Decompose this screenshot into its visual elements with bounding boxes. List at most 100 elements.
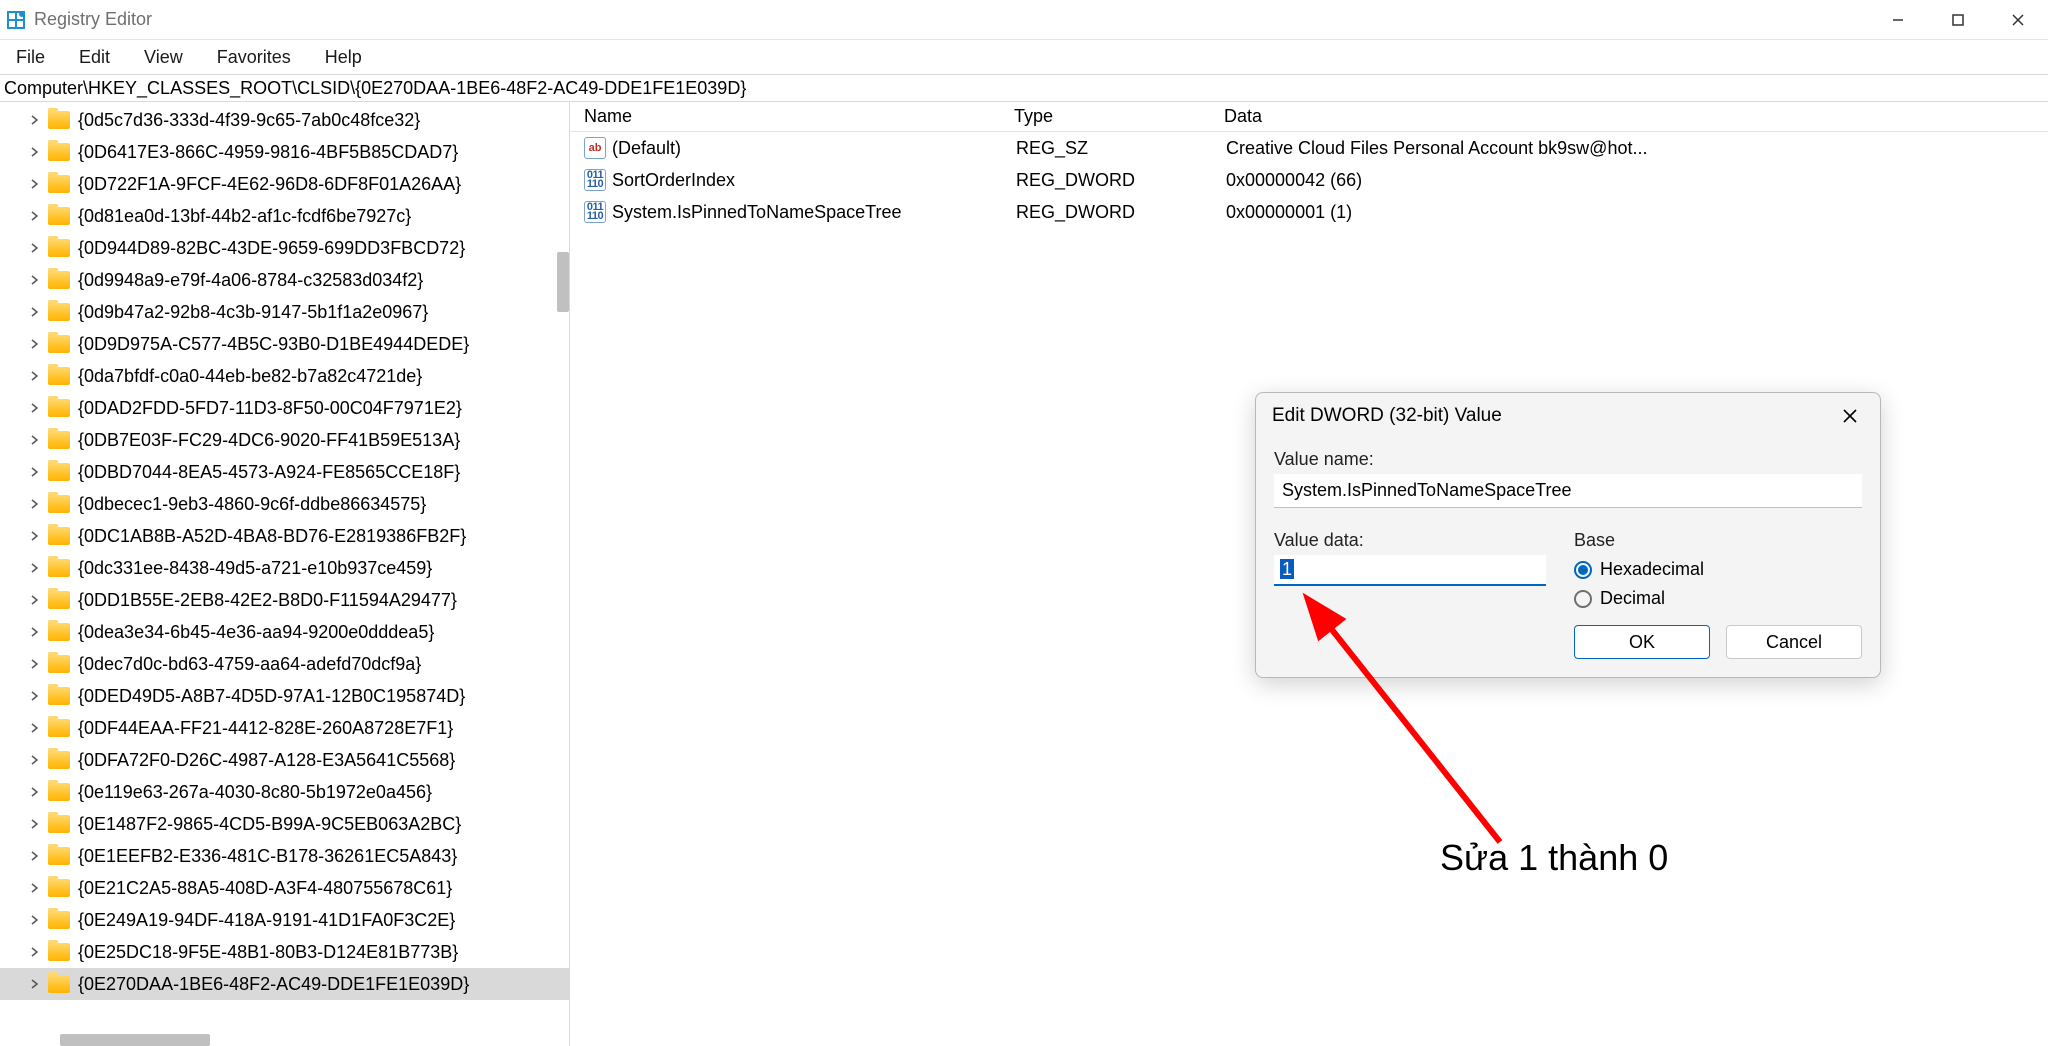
chevron-right-icon[interactable]: [28, 753, 42, 767]
chevron-right-icon[interactable]: [28, 785, 42, 799]
tree-item[interactable]: {0D944D89-82BC-43DE-9659-699DD3FBCD72}: [0, 232, 569, 264]
chevron-right-icon[interactable]: [28, 817, 42, 831]
tree-item-label: {0E249A19-94DF-418A-9191-41D1FA0F3C2E}: [78, 910, 455, 931]
tree-vertical-scrollbar-thumb[interactable]: [557, 252, 569, 312]
tree-item[interactable]: {0DFA72F0-D26C-4987-A128-E3A5641C5568}: [0, 744, 569, 776]
tree-item[interactable]: {0DC1AB8B-A52D-4BA8-BD76-E2819386FB2F}: [0, 520, 569, 552]
tree-item[interactable]: {0DAD2FDD-5FD7-11D3-8F50-00C04F7971E2}: [0, 392, 569, 424]
radio-hexadecimal[interactable]: Hexadecimal: [1574, 559, 1862, 580]
tree-item[interactable]: {0E21C2A5-88A5-408D-A3F4-480755678C61}: [0, 872, 569, 904]
chevron-right-icon[interactable]: [28, 881, 42, 895]
chevron-right-icon[interactable]: [28, 849, 42, 863]
folder-icon: [48, 623, 70, 641]
tree-item[interactable]: {0dc331ee-8438-49d5-a721-e10b937ce459}: [0, 552, 569, 584]
chevron-right-icon[interactable]: [28, 305, 42, 319]
chevron-right-icon[interactable]: [28, 689, 42, 703]
chevron-right-icon[interactable]: [28, 529, 42, 543]
tree-item-label: {0D6417E3-866C-4959-9816-4BF5B85CDAD7}: [78, 142, 458, 163]
menu-file[interactable]: File: [12, 45, 49, 70]
chevron-right-icon[interactable]: [28, 945, 42, 959]
tree-item-label: {0e119e63-267a-4030-8c80-5b1972e0a456}: [78, 782, 432, 803]
chevron-right-icon[interactable]: [28, 369, 42, 383]
tree-item[interactable]: {0d9b47a2-92b8-4c3b-9147-5b1f1a2e0967}: [0, 296, 569, 328]
chevron-right-icon[interactable]: [28, 657, 42, 671]
chevron-right-icon[interactable]: [28, 273, 42, 287]
chevron-right-icon[interactable]: [28, 113, 42, 127]
tree-item[interactable]: {0da7bfdf-c0a0-44eb-be82-b7a82c4721de}: [0, 360, 569, 392]
folder-icon: [48, 879, 70, 897]
maximize-button[interactable]: [1928, 0, 1988, 40]
annotation-text: Sửa 1 thành 0: [1440, 837, 1668, 879]
tree-item[interactable]: {0DED49D5-A8B7-4D5D-97A1-12B0C195874D}: [0, 680, 569, 712]
chevron-right-icon[interactable]: [28, 145, 42, 159]
tree-item-label: {0dea3e34-6b45-4e36-aa94-9200e0dddea5}: [78, 622, 434, 643]
menu-help[interactable]: Help: [321, 45, 366, 70]
app-icon: [6, 10, 26, 30]
menu-favorites[interactable]: Favorites: [213, 45, 295, 70]
tree-item[interactable]: {0D9D975A-C577-4B5C-93B0-D1BE4944DEDE}: [0, 328, 569, 360]
chevron-right-icon[interactable]: [28, 433, 42, 447]
tree-item[interactable]: {0E1EEFB2-E336-481C-B178-36261EC5A843}: [0, 840, 569, 872]
tree-horizontal-scrollbar-thumb[interactable]: [60, 1034, 210, 1046]
chevron-right-icon[interactable]: [28, 465, 42, 479]
folder-icon: [48, 335, 70, 353]
tree-item-label: {0D722F1A-9FCF-4E62-96D8-6DF8F01A26AA}: [78, 174, 461, 195]
tree-item[interactable]: {0D6417E3-866C-4959-9816-4BF5B85CDAD7}: [0, 136, 569, 168]
tree-item[interactable]: {0dbecec1-9eb3-4860-9c6f-ddbe86634575}: [0, 488, 569, 520]
tree-item[interactable]: {0E249A19-94DF-418A-9191-41D1FA0F3C2E}: [0, 904, 569, 936]
tree-item[interactable]: {0dec7d0c-bd63-4759-aa64-adefd70dcf9a}: [0, 648, 569, 680]
tree-item[interactable]: {0d5c7d36-333d-4f39-9c65-7ab0c48fce32}: [0, 104, 569, 136]
chevron-right-icon[interactable]: [28, 625, 42, 639]
chevron-right-icon[interactable]: [28, 721, 42, 735]
tree-item[interactable]: {0E270DAA-1BE6-48F2-AC49-DDE1FE1E039D}: [0, 968, 569, 1000]
tree-item[interactable]: {0DD1B55E-2EB8-42E2-B8D0-F11594A29477}: [0, 584, 569, 616]
tree-item[interactable]: {0DF44EAA-FF21-4412-828E-260A8728E7F1}: [0, 712, 569, 744]
tree-item[interactable]: {0e119e63-267a-4030-8c80-5b1972e0a456}: [0, 776, 569, 808]
tree-item[interactable]: {0DB7E03F-FC29-4DC6-9020-FF41B59E513A}: [0, 424, 569, 456]
window-title: Registry Editor: [34, 9, 152, 30]
chevron-right-icon[interactable]: [28, 593, 42, 607]
folder-icon: [48, 847, 70, 865]
dialog-close-button[interactable]: [1836, 402, 1864, 430]
folder-icon: [48, 463, 70, 481]
chevron-right-icon[interactable]: [28, 241, 42, 255]
tree-item-label: {0DED49D5-A8B7-4D5D-97A1-12B0C195874D}: [78, 686, 465, 707]
folder-icon: [48, 527, 70, 545]
menu-edit[interactable]: Edit: [75, 45, 114, 70]
tree-item-label: {0DB7E03F-FC29-4DC6-9020-FF41B59E513A}: [78, 430, 460, 451]
minimize-button[interactable]: [1868, 0, 1928, 40]
tree-item-label: {0DFA72F0-D26C-4987-A128-E3A5641C5568}: [78, 750, 455, 771]
value-data-field[interactable]: 1: [1274, 555, 1546, 586]
value-data-label: Value data:: [1274, 530, 1574, 551]
tree-item-label: {0D944D89-82BC-43DE-9659-699DD3FBCD72}: [78, 238, 465, 259]
tree-item-label: {0E21C2A5-88A5-408D-A3F4-480755678C61}: [78, 878, 452, 899]
chevron-right-icon[interactable]: [28, 177, 42, 191]
chevron-right-icon[interactable]: [28, 209, 42, 223]
chevron-right-icon[interactable]: [28, 913, 42, 927]
tree-item[interactable]: {0dea3e34-6b45-4e36-aa94-9200e0dddea5}: [0, 616, 569, 648]
chevron-right-icon[interactable]: [28, 497, 42, 511]
ok-button[interactable]: OK: [1574, 625, 1710, 659]
tree-item[interactable]: {0d81ea0d-13bf-44b2-af1c-fcdf6be7927c}: [0, 200, 569, 232]
tree-item[interactable]: {0DBD7044-8EA5-4573-A924-FE8565CCE18F}: [0, 456, 569, 488]
radio-decimal[interactable]: Decimal: [1574, 588, 1862, 609]
base-label: Base: [1574, 530, 1862, 551]
tree-item-label: {0E270DAA-1BE6-48F2-AC49-DDE1FE1E039D}: [78, 974, 469, 995]
tree-item[interactable]: {0d9948a9-e79f-4a06-8784-c32583d034f2}: [0, 264, 569, 296]
folder-icon: [48, 399, 70, 417]
menu-view[interactable]: View: [140, 45, 187, 70]
tree-item[interactable]: {0D722F1A-9FCF-4E62-96D8-6DF8F01A26AA}: [0, 168, 569, 200]
tree-item[interactable]: {0E1487F2-9865-4CD5-B99A-9C5EB063A2BC}: [0, 808, 569, 840]
chevron-right-icon[interactable]: [28, 337, 42, 351]
tree-item-label: {0DF44EAA-FF21-4412-828E-260A8728E7F1}: [78, 718, 453, 739]
address-bar[interactable]: Computer\HKEY_CLASSES_ROOT\CLSID\{0E270D…: [0, 74, 2048, 102]
dialog-title: Edit DWORD (32-bit) Value: [1272, 405, 1502, 427]
tree-pane[interactable]: {0d5c7d36-333d-4f39-9c65-7ab0c48fce32} {0…: [0, 102, 570, 1046]
chevron-right-icon[interactable]: [28, 561, 42, 575]
chevron-right-icon[interactable]: [28, 401, 42, 415]
cancel-button[interactable]: Cancel: [1726, 625, 1862, 659]
value-name-field[interactable]: System.IsPinnedToNameSpaceTree: [1274, 474, 1862, 508]
tree-item[interactable]: {0E25DC18-9F5E-48B1-80B3-D124E81B773B}: [0, 936, 569, 968]
chevron-right-icon[interactable]: [28, 977, 42, 991]
close-button[interactable]: [1988, 0, 2048, 40]
